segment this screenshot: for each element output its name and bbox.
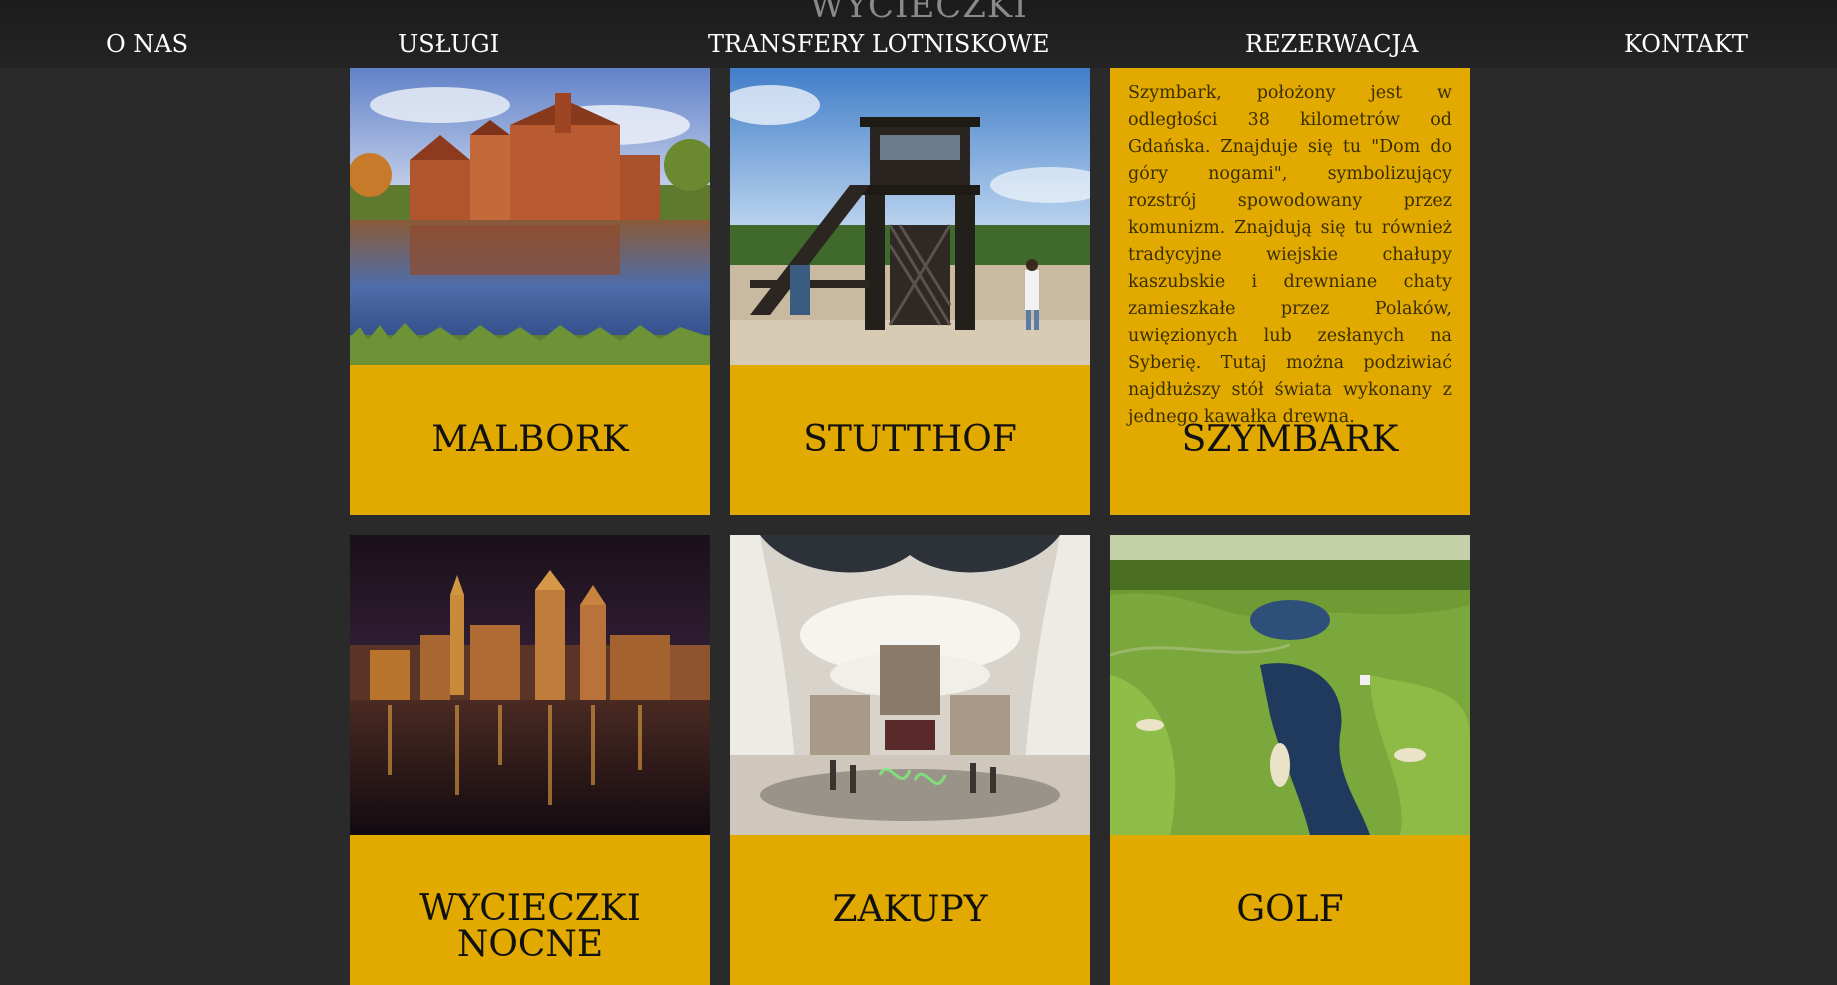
- tile-title: MALBORK: [431, 419, 629, 460]
- tile-zakupy[interactable]: ZAKUPY: [730, 535, 1090, 985]
- tile-title: SZYMBARK: [1181, 419, 1399, 460]
- shopping-mall-image: [730, 535, 1090, 835]
- tile-title: GOLF: [1236, 889, 1344, 930]
- nav-transfery-lotniskowe[interactable]: TRANSFERY LOTNISKOWE: [708, 30, 1050, 58]
- tile-title: STUTTHOF: [803, 419, 1017, 460]
- nav-kontakt[interactable]: KONTAKT: [1624, 30, 1748, 58]
- golf-course-image: [1110, 535, 1470, 835]
- tile-title: WYCIECZKI NOCNE: [419, 888, 641, 965]
- tile-malbork[interactable]: MALBORK: [350, 65, 710, 515]
- tile-szymbark[interactable]: Szymbark, położony jest w odległości 38 …: [1110, 65, 1470, 515]
- nav-uslugi[interactable]: USŁUGI: [398, 30, 499, 58]
- tile-golf[interactable]: GOLF: [1110, 535, 1470, 985]
- top-nav: WYCIECZKI O NAS USŁUGI TRANSFERY LOTNISK…: [0, 0, 1837, 68]
- tile-title: ZAKUPY: [832, 889, 988, 930]
- malbork-castle-image: [350, 65, 710, 365]
- page-title: WYCIECZKI: [809, 0, 1028, 26]
- nav-o-nas[interactable]: O NAS: [106, 30, 188, 58]
- tile-stutthof[interactable]: STUTTHOF: [730, 65, 1090, 515]
- night-city-image: [350, 535, 710, 835]
- nav-rezerwacja[interactable]: REZERWACJA: [1245, 30, 1418, 58]
- tile-wycieczki-nocne[interactable]: WYCIECZKI NOCNE: [350, 535, 710, 985]
- stutthof-gate-image: [730, 65, 1090, 365]
